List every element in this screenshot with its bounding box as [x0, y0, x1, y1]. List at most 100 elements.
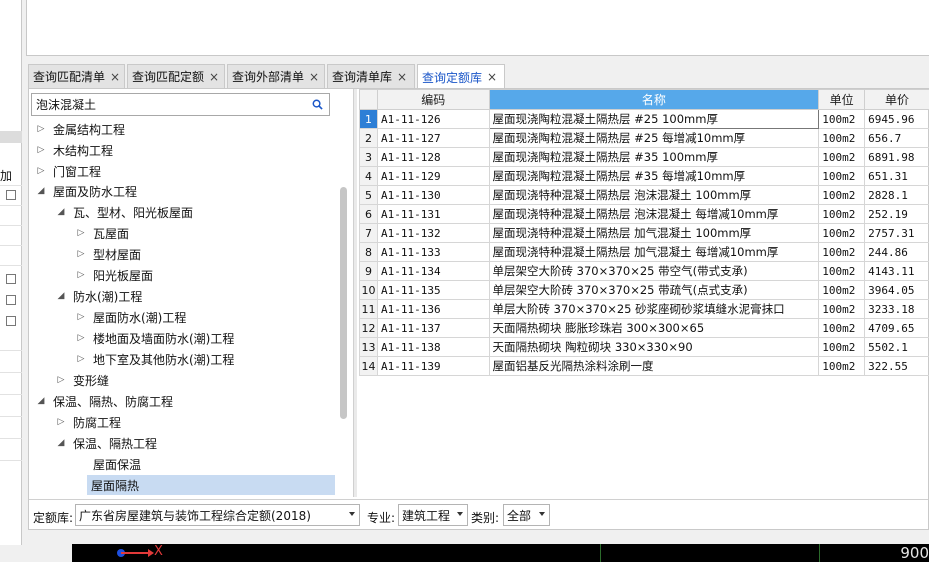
- table-row[interactable]: 1 A1-11-126 屋面现浇陶粒混凝土隔热层 #25 100mm厚 100m2 69…: [359, 109, 929, 129]
- cell-price[interactable]: 3233.18: [864, 299, 929, 319]
- table-row[interactable]: 12 A1-11-137 天面隔热砌块 膨胀珍珠岩 300×300×65 100m2 4…: [359, 318, 929, 338]
- column-header-price[interactable]: 单价: [864, 89, 929, 110]
- cell-code[interactable]: A1-11-133: [376, 242, 490, 262]
- quota-library-select[interactable]: 广东省房屋建筑与装饰工程综合定额(2018): [75, 504, 360, 526]
- chevron-right-icon[interactable]: ▷: [75, 249, 87, 259]
- cell-price[interactable]: 3964.05: [864, 280, 929, 300]
- chevron-down-icon[interactable]: ◢: [35, 396, 47, 406]
- tab-query-match-bill[interactable]: 查询匹配清单 ×: [28, 64, 125, 88]
- cell-name[interactable]: 屋面现浇特种混凝土隔热层 泡沫混凝土 每增减10mm厚: [488, 204, 820, 224]
- row-number[interactable]: 10: [359, 280, 378, 300]
- cell-name[interactable]: 天面隔热砌块 膨胀珍珠岩 300×300×65: [488, 318, 820, 338]
- cell-code[interactable]: A1-11-137: [376, 318, 490, 338]
- tree-node[interactable]: ▷ 门窗工程: [35, 161, 101, 181]
- cell-price[interactable]: 4709.65: [864, 318, 929, 338]
- cell-price[interactable]: 5502.1: [864, 337, 929, 357]
- chevron-right-icon[interactable]: ▷: [75, 270, 87, 280]
- tree-node[interactable]: ◢ 瓦、型材、阳光板屋面: [55, 202, 193, 222]
- tree-node[interactable]: ▷ 楼地面及墙面防水(潮)工程: [75, 328, 235, 348]
- tree-scrollbar[interactable]: [340, 187, 347, 419]
- tree-node[interactable]: ◢ 保温、隔热工程: [55, 433, 157, 453]
- table-row[interactable]: 10 A1-11-135 单层架空大阶砖 370×370×25 带疏气(点式支承) 1…: [359, 280, 929, 300]
- column-header-code[interactable]: 编码: [376, 89, 490, 110]
- cell-price[interactable]: 6945.96: [864, 109, 929, 129]
- left-panel-checkbox[interactable]: [6, 274, 16, 284]
- cell-unit[interactable]: 100m2: [818, 242, 866, 262]
- chevron-down-icon[interactable]: ◢: [35, 186, 47, 196]
- tab-query-external-bill[interactable]: 查询外部清单 ×: [227, 64, 325, 88]
- category-select[interactable]: 全部: [503, 504, 550, 526]
- cell-unit[interactable]: 100m2: [818, 166, 866, 186]
- cell-price[interactable]: 244.86: [864, 242, 929, 262]
- row-number[interactable]: 11: [359, 299, 378, 319]
- column-header-name[interactable]: 名称: [488, 89, 820, 110]
- cell-name[interactable]: 屋面现浇陶粒混凝土隔热层 #35 100mm厚: [488, 147, 820, 167]
- tree-node[interactable]: ▷屋面保温: [75, 454, 335, 474]
- cell-unit[interactable]: 100m2: [818, 223, 866, 243]
- close-icon[interactable]: ×: [110, 70, 120, 84]
- tab-query-bill-library[interactable]: 查询清单库 ×: [327, 64, 415, 88]
- table-row[interactable]: 6 A1-11-131 屋面现浇特种混凝土隔热层 泡沫混凝土 每增减10mm厚 100…: [359, 204, 929, 224]
- chevron-right-icon[interactable]: ▷: [35, 166, 47, 176]
- left-panel-checkbox[interactable]: [6, 295, 16, 305]
- tree-node-selected[interactable]: 屋面隔热: [87, 475, 335, 495]
- table-row[interactable]: 11 A1-11-136 单层大阶砖 370×370×25 砂浆座砌砂浆填缝水泥膏抹…: [359, 299, 929, 319]
- cell-unit[interactable]: 100m2: [818, 204, 866, 224]
- cell-price[interactable]: 2828.1: [864, 185, 929, 205]
- table-row[interactable]: 7 A1-11-132 屋面现浇特种混凝土隔热层 加气混凝土 100mm厚 100m2…: [359, 223, 929, 243]
- table-row[interactable]: 2 A1-11-127 屋面现浇陶粒混凝土隔热层 #25 每增减10mm厚 100m2…: [359, 128, 929, 148]
- row-number[interactable]: 2: [359, 128, 378, 148]
- row-number[interactable]: 7: [359, 223, 378, 243]
- row-number[interactable]: 12: [359, 318, 378, 338]
- cell-unit[interactable]: 100m2: [818, 109, 866, 129]
- tree-node[interactable]: ▷ 型材屋面: [75, 244, 141, 264]
- cell-price[interactable]: 322.55: [864, 356, 929, 376]
- table-row[interactable]: 13 A1-11-138 天面隔热砌块 陶粒砌块 330×330×90 100m2 55…: [359, 337, 929, 357]
- cell-unit[interactable]: 100m2: [818, 147, 866, 167]
- cell-name[interactable]: 单层大阶砖 370×370×25 砂浆座砌砂浆填缝水泥膏抹口: [488, 299, 820, 319]
- tab-query-match-quota[interactable]: 查询匹配定额 ×: [127, 64, 225, 88]
- cell-code[interactable]: A1-11-129: [376, 166, 490, 186]
- table-row[interactable]: 14 A1-11-139 屋面铝基反光隔热涂料涂刷一度 100m2 322.55: [359, 356, 929, 376]
- chevron-right-icon[interactable]: ▷: [75, 333, 87, 343]
- cell-unit[interactable]: 100m2: [818, 299, 866, 319]
- chevron-right-icon[interactable]: ▷: [55, 375, 67, 385]
- tree-node[interactable]: ▷ 防腐工程: [55, 412, 121, 432]
- chevron-down-icon[interactable]: ◢: [55, 291, 67, 301]
- pane-splitter[interactable]: [353, 89, 357, 497]
- cell-price[interactable]: 656.7: [864, 128, 929, 148]
- tree-node[interactable]: ▷ 阳光板屋面: [75, 265, 153, 285]
- cell-code[interactable]: A1-11-127: [376, 128, 490, 148]
- row-number[interactable]: 6: [359, 204, 378, 224]
- tree-node[interactable]: ▷ 瓦屋面: [75, 223, 129, 243]
- cell-code[interactable]: A1-11-130: [376, 185, 490, 205]
- cell-unit[interactable]: 100m2: [818, 185, 866, 205]
- cell-code[interactable]: A1-11-128: [376, 147, 490, 167]
- row-number[interactable]: 9: [359, 261, 378, 281]
- cell-unit[interactable]: 100m2: [818, 337, 866, 357]
- cell-name[interactable]: 屋面现浇陶粒混凝土隔热层 #25 每增减10mm厚: [488, 128, 820, 148]
- cell-code[interactable]: A1-11-134: [376, 261, 490, 281]
- cell-name[interactable]: 屋面现浇特种混凝土隔热层 加气混凝土 100mm厚: [488, 223, 820, 243]
- cell-code[interactable]: A1-11-126: [376, 109, 490, 129]
- close-icon[interactable]: ×: [209, 70, 219, 84]
- cell-unit[interactable]: 100m2: [818, 261, 866, 281]
- cell-unit[interactable]: 100m2: [818, 356, 866, 376]
- cell-price[interactable]: 2757.31: [864, 223, 929, 243]
- cell-code[interactable]: A1-11-132: [376, 223, 490, 243]
- close-icon[interactable]: ×: [397, 70, 407, 84]
- specialty-select[interactable]: 建筑工程: [398, 504, 468, 526]
- chevron-right-icon[interactable]: ▷: [55, 417, 67, 427]
- row-number[interactable]: 13: [359, 337, 378, 357]
- chevron-right-icon[interactable]: ▷: [75, 312, 87, 322]
- cell-unit[interactable]: 100m2: [818, 318, 866, 338]
- tree-node[interactable]: ▷ 金属结构工程: [35, 119, 125, 139]
- row-number[interactable]: 1: [359, 109, 378, 129]
- cell-unit[interactable]: 100m2: [818, 128, 866, 148]
- tree-node[interactable]: ▷ 地下室及其他防水(潮)工程: [75, 349, 235, 369]
- table-row[interactable]: 5 A1-11-130 屋面现浇特种混凝土隔热层 泡沫混凝土 100mm厚 100m2…: [359, 185, 929, 205]
- drawing-canvas[interactable]: X 900: [72, 544, 929, 562]
- cell-name[interactable]: 屋面现浇特种混凝土隔热层 加气混凝土 每增减10mm厚: [488, 242, 820, 262]
- cell-unit[interactable]: 100m2: [818, 280, 866, 300]
- cell-price[interactable]: 4143.11: [864, 261, 929, 281]
